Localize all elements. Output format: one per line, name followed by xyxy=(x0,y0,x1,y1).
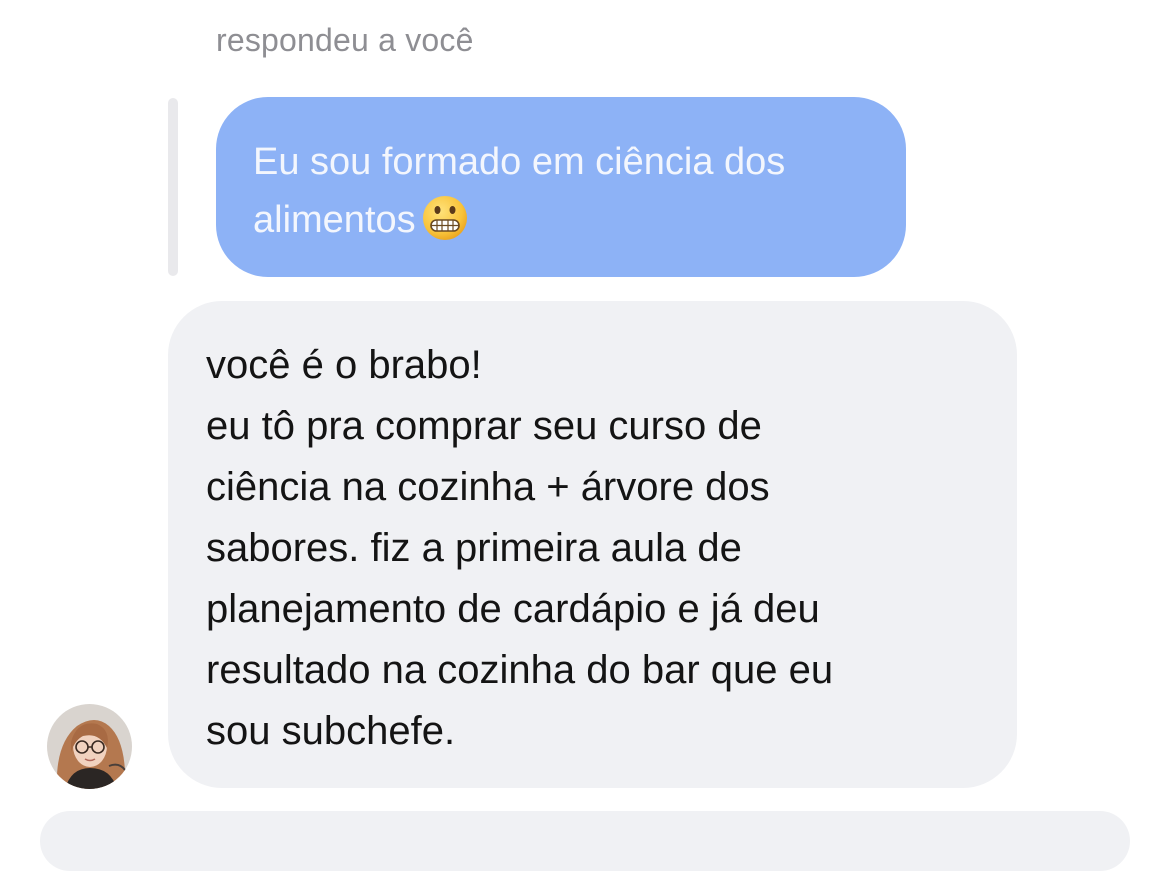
quoted-message-line: Eu sou formado em ciência dos xyxy=(253,141,786,183)
message-line: ciência na cozinha + árvore dos xyxy=(206,465,770,509)
quoted-message-bubble[interactable]: Eu sou formado em ciência dos alimentos xyxy=(216,97,906,277)
message-line: você é o brabo! xyxy=(206,343,482,387)
next-message-bubble[interactable] xyxy=(40,811,1130,871)
message-line: sou subchefe. xyxy=(206,709,456,753)
quote-indicator-bar xyxy=(168,98,178,276)
message-line: sabores. fiz a primeira aula de xyxy=(206,526,742,570)
sender-avatar[interactable] xyxy=(47,704,132,789)
received-message-bubble[interactable]: você é o brabo! eu tô pra comprar seu cu… xyxy=(168,301,1017,788)
quoted-message-line: alimentos xyxy=(253,199,416,241)
grimacing-face-icon xyxy=(422,196,467,240)
profile-photo-icon xyxy=(47,704,132,789)
message-line: eu tô pra comprar seu curso de xyxy=(206,404,762,448)
message-line: resultado na cozinha do bar que eu xyxy=(206,648,834,692)
message-line: planejamento de cardápio e já deu xyxy=(206,587,820,631)
reply-context-label: respondeu a você xyxy=(216,22,474,58)
